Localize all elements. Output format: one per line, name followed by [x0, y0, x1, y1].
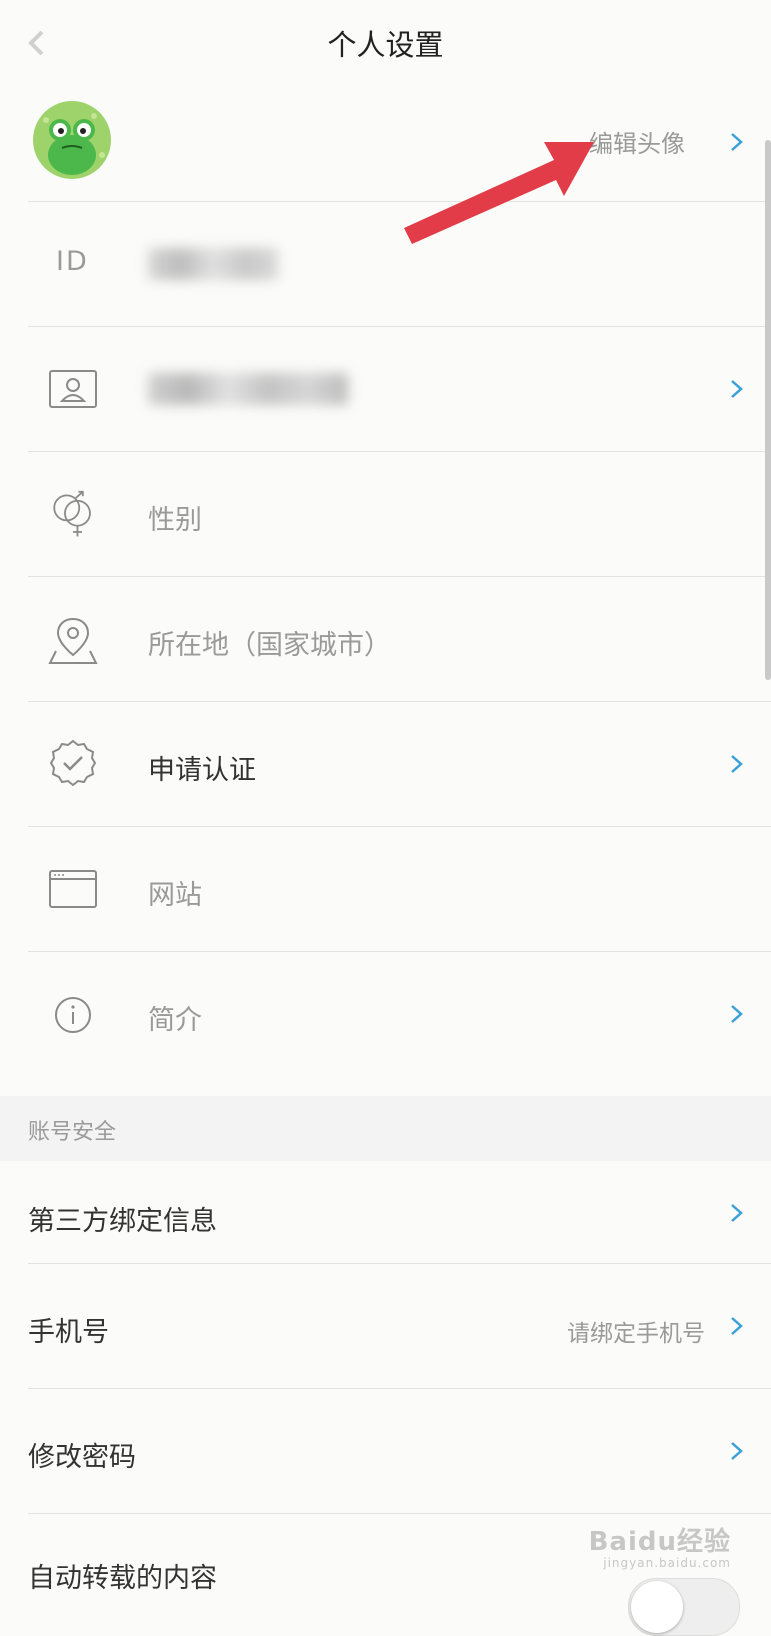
gender-row[interactable]: 性别: [0, 452, 771, 577]
chevron-right-icon: [731, 133, 743, 151]
browser-window-icon: [49, 870, 97, 908]
verify-row[interactable]: 申请认证: [0, 702, 771, 827]
scrollbar[interactable]: [765, 140, 771, 680]
watermark-url: jingyan.baidu.com: [603, 1556, 731, 1570]
phone-label: 手机号: [28, 1317, 109, 1348]
chevron-right-icon: [731, 755, 743, 773]
id-row: ID: [0, 202, 771, 327]
change-password-row[interactable]: 修改密码: [0, 1389, 771, 1514]
account-security-section-header: 账号安全: [0, 1096, 771, 1161]
chevron-right-icon: [731, 1317, 743, 1335]
avatar-row[interactable]: 编辑头像: [0, 86, 771, 202]
id-card-icon: [49, 370, 97, 408]
gender-icon: [53, 490, 91, 537]
redacted-id: [148, 248, 278, 280]
section-title: 账号安全: [28, 1120, 117, 1145]
third-party-label: 第三方绑定信息: [28, 1206, 217, 1237]
nav-bar: 个人设置: [0, 0, 771, 86]
third-party-binding-row[interactable]: 第三方绑定信息: [0, 1161, 771, 1264]
location-pin-icon: [48, 617, 98, 664]
avatar: [33, 101, 111, 179]
location-label: 所在地（国家城市）: [148, 630, 391, 661]
bio-label: 简介: [148, 1005, 202, 1036]
website-label: 网站: [148, 880, 202, 911]
chevron-right-icon: [731, 380, 743, 398]
verify-label: 申请认证: [148, 755, 256, 786]
chevron-right-icon: [731, 1204, 743, 1222]
website-row[interactable]: 网站: [0, 827, 771, 952]
username-row[interactable]: [0, 327, 771, 452]
watermark-brand: Baidu经验: [588, 1527, 731, 1557]
redacted-username: [148, 373, 348, 405]
chevron-right-icon: [731, 1442, 743, 1460]
toggle-knob: [631, 1581, 683, 1633]
id-label: ID: [56, 246, 89, 277]
chevron-right-icon: [731, 1005, 743, 1023]
phone-row[interactable]: 手机号 请绑定手机号: [0, 1264, 771, 1389]
location-row[interactable]: 所在地（国家城市）: [0, 577, 771, 702]
change-password-label: 修改密码: [28, 1442, 136, 1473]
info-icon: [55, 997, 91, 1033]
auto-repost-label: 自动转载的内容: [28, 1563, 217, 1594]
bio-row[interactable]: 简介: [0, 952, 771, 1076]
gender-label: 性别: [148, 505, 202, 536]
page-title: 个人设置: [327, 28, 444, 62]
auto-repost-toggle[interactable]: [628, 1578, 740, 1636]
phone-value: 请绑定手机号: [567, 1321, 705, 1347]
verified-badge-icon: [49, 739, 97, 787]
watermark: Baidu经验 jingyan.baidu.com: [589, 1521, 731, 1570]
